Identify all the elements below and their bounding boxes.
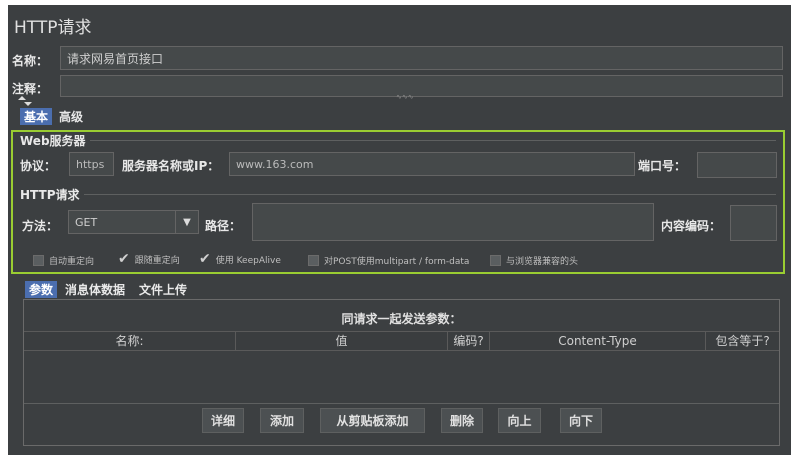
column-value[interactable]: 值 — [236, 332, 448, 350]
option-label: 对POST使用multipart / form-data — [324, 257, 470, 267]
checkmark-icon[interactable]: ✔ — [199, 252, 211, 266]
method-select[interactable]: GET ▼ — [68, 210, 199, 234]
parameters-table-body[interactable] — [24, 350, 779, 402]
move-up-button[interactable]: 向上 — [498, 408, 541, 433]
path-label: 路径： — [205, 219, 242, 233]
option-browser-headers[interactable]: 与浏览器兼容的头 — [490, 254, 578, 267]
web-server-title: Web服务器 — [20, 134, 86, 148]
protocol-label: 协议： — [20, 159, 57, 173]
option-label: 使用 KeepAlive — [215, 256, 281, 266]
option-auto-redirect[interactable]: 自动重定向 — [33, 254, 94, 267]
parameters-table-header: 名称: 值 编码? Content-Type 包含等于? — [24, 331, 779, 351]
column-include-equals[interactable]: 包含等于? — [706, 332, 779, 350]
http-request-divider — [84, 194, 776, 195]
table-bottom-divider — [24, 403, 779, 404]
column-encode[interactable]: 编码? — [448, 332, 490, 350]
dropdown-arrow-icon[interactable]: ▼ — [175, 211, 198, 233]
parameters-table-title: 同请求一起发送参数： — [341, 312, 462, 326]
server-label: 服务器名称或IP： — [122, 159, 220, 173]
tab-parameters[interactable]: 参数 — [25, 281, 58, 298]
method-label: 方法： — [22, 219, 59, 233]
tab-body-data[interactable]: 消息体数据 — [62, 282, 129, 299]
detail-button[interactable]: 详细 — [202, 408, 244, 433]
panel-title: HTTP请求 — [14, 18, 92, 38]
encoding-input[interactable] — [730, 205, 777, 241]
option-label: 跟随重定向 — [134, 256, 180, 266]
protocol-input[interactable]: https — [69, 152, 114, 176]
tab-basic[interactable]: 基本 — [20, 108, 53, 125]
option-multipart[interactable]: 对POST使用multipart / form-data — [308, 254, 469, 267]
path-input[interactable] — [252, 203, 654, 241]
collapse-arrows-icon[interactable] — [16, 92, 34, 106]
name-label: 名称： — [12, 54, 49, 68]
option-label: 自动重定向 — [49, 257, 95, 267]
column-content-type[interactable]: Content-Type — [490, 332, 706, 350]
checkmark-icon[interactable]: ✔ — [118, 252, 130, 266]
name-input[interactable]: 请求网易首页接口 — [60, 46, 783, 70]
column-name[interactable]: 名称: — [24, 332, 236, 350]
method-value: GET — [75, 215, 98, 229]
delete-button[interactable]: 删除 — [441, 408, 483, 433]
splitter-grip[interactable]: ∿∿∿ — [396, 93, 414, 101]
port-input[interactable] — [697, 152, 777, 178]
add-button[interactable]: 添加 — [260, 408, 304, 433]
move-down-button[interactable]: 向下 — [560, 408, 602, 433]
tab-file-upload[interactable]: 文件上传 — [136, 282, 191, 299]
checkbox-browser-headers[interactable] — [490, 255, 501, 266]
option-label: 与浏览器兼容的头 — [506, 257, 579, 267]
server-input[interactable]: www.163.com — [229, 152, 635, 176]
web-server-divider — [90, 140, 776, 141]
option-keepalive[interactable]: ✔ 使用 KeepAlive — [199, 252, 281, 266]
comment-input[interactable] — [60, 75, 783, 97]
encoding-label: 内容编码： — [661, 219, 722, 233]
tab-advanced[interactable]: 高级 — [56, 109, 87, 126]
http-request-panel: HTTP请求 名称： 请求网易首页接口 注释： ∿∿∿ 基本 高级 Web服务器… — [8, 5, 791, 455]
add-from-clipboard-button[interactable]: 从剪贴板添加 — [320, 408, 425, 433]
option-follow-redirect[interactable]: ✔ 跟随重定向 — [118, 252, 180, 266]
http-request-title: HTTP请求 — [20, 188, 80, 202]
checkbox-auto-redirect[interactable] — [33, 255, 44, 266]
port-label: 端口号： — [638, 159, 687, 173]
checkbox-multipart[interactable] — [308, 255, 319, 266]
